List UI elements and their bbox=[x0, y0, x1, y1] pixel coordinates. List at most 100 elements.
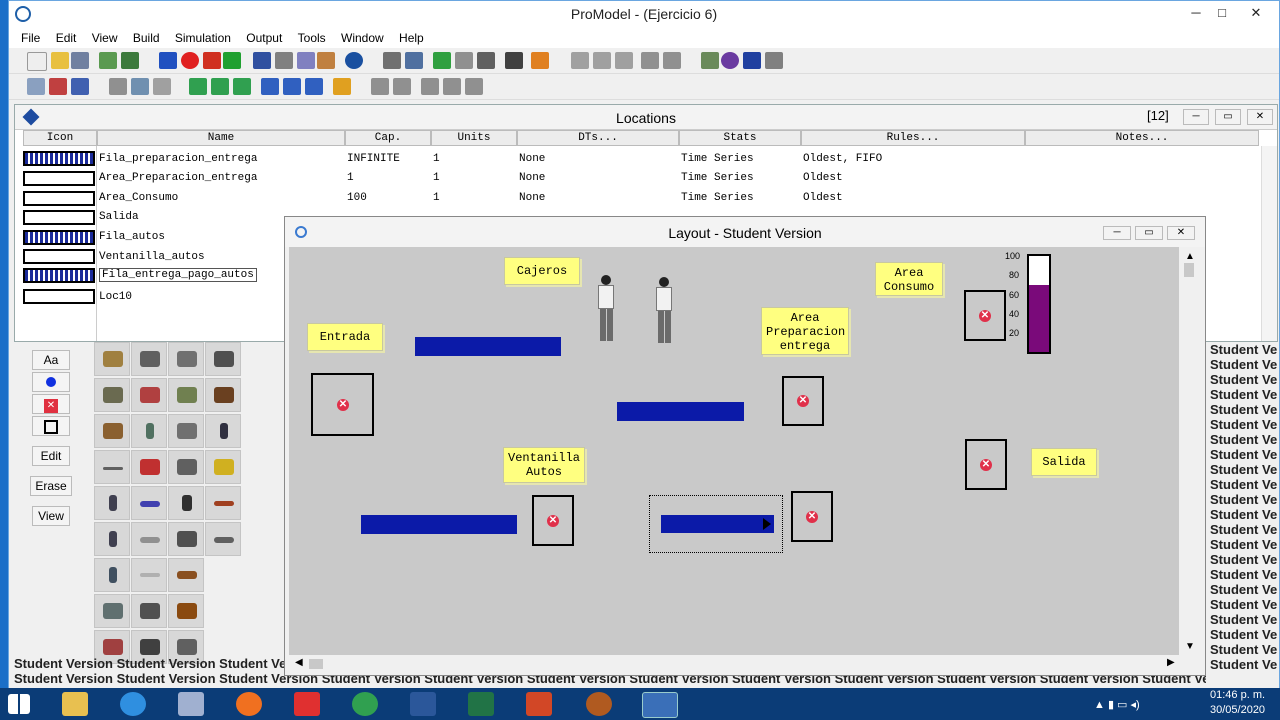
zoom-out-icon[interactable] bbox=[571, 52, 589, 69]
copy-window-icon[interactable] bbox=[405, 52, 423, 69]
location-name[interactable]: Fila_preparacion_entrega bbox=[99, 153, 257, 165]
git-icon[interactable] bbox=[294, 692, 320, 716]
menu-help[interactable]: Help bbox=[393, 28, 430, 45]
file-explorer-icon[interactable] bbox=[62, 692, 88, 716]
label-salida[interactable]: Salida bbox=[1031, 448, 1097, 476]
text-tool-button[interactable]: Aa bbox=[32, 350, 70, 370]
clock-time[interactable]: 01:46 p. m. bbox=[1210, 689, 1265, 701]
location-salida[interactable]: ✕ bbox=[965, 439, 1007, 490]
model-package-icon[interactable] bbox=[121, 52, 139, 69]
label-cajeros[interactable]: Cajeros bbox=[504, 257, 580, 285]
location-cap[interactable]: INFINITE bbox=[347, 153, 400, 165]
location-stats[interactable]: Time Series bbox=[681, 172, 754, 184]
graphic-tile[interactable] bbox=[94, 558, 130, 592]
queue-fila-entrega[interactable] bbox=[617, 402, 744, 421]
back-arrow-icon[interactable] bbox=[203, 52, 221, 69]
graphic-tile[interactable] bbox=[168, 486, 204, 520]
location-cap[interactable]: 1 bbox=[347, 172, 354, 184]
process-icon[interactable] bbox=[297, 52, 315, 69]
network-icon[interactable] bbox=[371, 78, 389, 95]
processing-tool-icon[interactable] bbox=[131, 78, 149, 95]
graphic-tile[interactable] bbox=[131, 558, 167, 592]
locations-vertical-scrollbar[interactable] bbox=[1261, 146, 1277, 341]
graphic-tile[interactable] bbox=[94, 522, 130, 556]
layout-close-button[interactable]: ✕ bbox=[1167, 226, 1195, 240]
save-icon[interactable] bbox=[71, 52, 89, 69]
graphic-tile[interactable] bbox=[131, 522, 167, 556]
info-icon[interactable] bbox=[345, 52, 363, 69]
internet-explorer-icon[interactable] bbox=[120, 692, 146, 716]
graphic-tile[interactable] bbox=[94, 450, 130, 484]
circle-tool-button[interactable] bbox=[32, 372, 70, 392]
promodel-taskbar-icon[interactable] bbox=[642, 692, 678, 718]
windows-start-icon[interactable] bbox=[8, 694, 30, 714]
queue-fila-entrega-pago-autos[interactable] bbox=[661, 515, 774, 533]
subroutine-s-icon[interactable] bbox=[283, 78, 301, 95]
brain-icon[interactable] bbox=[701, 52, 719, 69]
status-light-tool-button[interactable]: ✕ bbox=[32, 394, 70, 414]
menu-tools[interactable]: Tools bbox=[292, 28, 332, 45]
menu-view[interactable]: View bbox=[86, 28, 124, 45]
queue-fila-autos[interactable] bbox=[361, 515, 517, 534]
location-rules[interactable]: Oldest bbox=[803, 172, 843, 184]
export-icon[interactable] bbox=[443, 78, 461, 95]
graphic-tile[interactable] bbox=[205, 450, 241, 484]
location-name[interactable]: Area_Preparacion_entrega bbox=[99, 172, 257, 184]
menu-simulation[interactable]: Simulation bbox=[169, 28, 237, 45]
column-header-icon[interactable]: Icon bbox=[23, 130, 97, 146]
column-header-notes[interactable]: Notes... bbox=[1025, 130, 1259, 146]
graphic-tile[interactable] bbox=[205, 522, 241, 556]
stop-icon[interactable] bbox=[477, 52, 495, 69]
layout-icon[interactable] bbox=[253, 52, 271, 69]
app-icon[interactable] bbox=[178, 692, 204, 716]
shift-icon[interactable] bbox=[393, 78, 411, 95]
new-file-icon[interactable] bbox=[27, 52, 47, 71]
scroll-thumb[interactable] bbox=[1184, 263, 1194, 277]
label-area-preparacion[interactable]: Area Preparacion entrega bbox=[761, 307, 849, 355]
chart-icon[interactable] bbox=[531, 52, 549, 69]
swirl-icon[interactable] bbox=[721, 52, 739, 69]
graphic-tile[interactable] bbox=[131, 414, 167, 448]
location-name[interactable]: Salida bbox=[99, 211, 139, 223]
edit-button[interactable]: Edit bbox=[32, 446, 70, 466]
open-folder-icon[interactable] bbox=[51, 52, 69, 69]
location-name[interactable]: Fila_autos bbox=[99, 231, 165, 243]
menu-output[interactable]: Output bbox=[240, 28, 288, 45]
graphic-tile[interactable] bbox=[94, 414, 130, 448]
run-icon[interactable] bbox=[433, 52, 451, 69]
location-name[interactable]: Area_Consumo bbox=[99, 192, 178, 204]
pin-icon[interactable] bbox=[465, 78, 483, 95]
variable-v-icon[interactable] bbox=[211, 78, 229, 95]
queue-fila-preparacion[interactable] bbox=[415, 337, 561, 356]
graphic-tile[interactable] bbox=[168, 450, 204, 484]
menu-build[interactable]: Build bbox=[127, 28, 166, 45]
scroll-left-arrow-icon[interactable]: ◀ bbox=[295, 657, 303, 668]
find-icon[interactable] bbox=[663, 52, 681, 69]
graphic-tile[interactable] bbox=[168, 522, 204, 556]
location-stats[interactable]: Time Series bbox=[681, 153, 754, 165]
menu-edit[interactable]: Edit bbox=[50, 28, 83, 45]
scroll-right-arrow-icon[interactable]: ▶ bbox=[1167, 657, 1175, 668]
graphic-tile[interactable] bbox=[168, 558, 204, 592]
clock-date[interactable]: 30/05/2020 bbox=[1210, 704, 1265, 716]
user-u-icon[interactable] bbox=[305, 78, 323, 95]
layout-restore-button[interactable]: ▭ bbox=[1135, 226, 1163, 240]
variable-y-icon[interactable] bbox=[233, 78, 251, 95]
column-header-rules[interactable]: Rules... bbox=[801, 130, 1025, 146]
chrome-icon[interactable] bbox=[352, 692, 378, 716]
graphic-tile[interactable] bbox=[205, 342, 241, 376]
graphic-tile[interactable] bbox=[205, 486, 241, 520]
column-header-stats[interactable]: Stats bbox=[679, 130, 801, 146]
graphic-tile[interactable] bbox=[94, 378, 130, 412]
menu-window[interactable]: Window bbox=[335, 28, 390, 45]
graphic-tile[interactable] bbox=[131, 450, 167, 484]
graphic-tile[interactable] bbox=[131, 342, 167, 376]
location-units[interactable]: 1 bbox=[433, 153, 440, 165]
layout-vertical-scrollbar[interactable]: ▲ ▼ bbox=[1181, 247, 1199, 655]
locations-close-button[interactable]: ✕ bbox=[1247, 109, 1273, 125]
location-entrada[interactable]: ✕ bbox=[311, 373, 374, 436]
resources-tool-icon[interactable] bbox=[109, 78, 127, 95]
location-units[interactable]: 1 bbox=[433, 192, 440, 204]
merge-icon[interactable] bbox=[99, 52, 117, 69]
graphic-tile[interactable] bbox=[168, 414, 204, 448]
